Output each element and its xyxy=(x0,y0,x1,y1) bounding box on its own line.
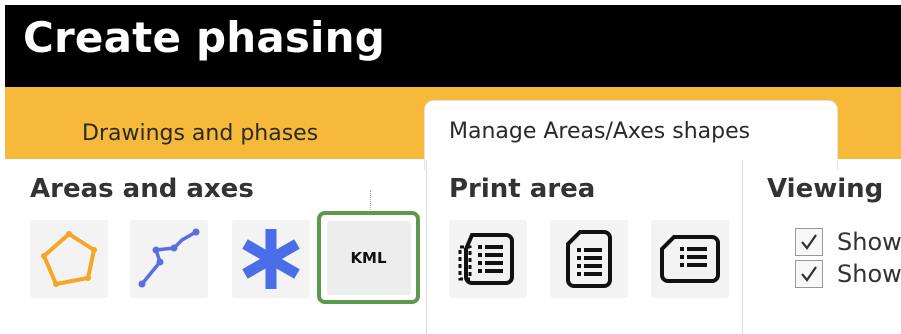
group-title-print-area: Print area xyxy=(449,174,596,204)
checkmark-icon xyxy=(801,266,817,282)
print-area-portrait-button[interactable] xyxy=(550,220,628,298)
print-area-wide-button[interactable] xyxy=(651,220,729,298)
checkmark-icon xyxy=(801,234,817,250)
group-title-areas-and-axes: Areas and axes xyxy=(30,174,254,204)
draw-polygon-button[interactable] xyxy=(30,220,108,298)
print-area-landscape-icon xyxy=(458,229,518,289)
show-checkbox-1[interactable] xyxy=(795,228,823,256)
show-checkbox-2-label: Show xyxy=(837,260,901,288)
kml-icon: KML xyxy=(326,220,411,295)
polygon-icon xyxy=(36,228,102,290)
viewing-option-1: Show xyxy=(795,228,901,256)
window-titlebar: Create phasing xyxy=(5,5,901,87)
print-area-wide-icon xyxy=(658,231,722,287)
import-kml-button[interactable]: KML xyxy=(317,211,420,304)
tab-label: Manage Areas/Axes shapes xyxy=(449,119,751,144)
group-separator xyxy=(426,160,427,334)
kml-label: KML xyxy=(350,248,387,267)
group-separator xyxy=(742,160,743,334)
asterisk-icon xyxy=(236,224,306,294)
print-area-portrait-icon xyxy=(564,228,614,290)
viewing-option-2: Show xyxy=(795,260,901,288)
tab-manage-areas-axes-shapes[interactable]: Manage Areas/Axes shapes xyxy=(424,100,838,170)
polyline-icon xyxy=(134,226,204,292)
tab-drawings-and-phases[interactable]: Drawings and phases xyxy=(82,121,318,146)
print-area-landscape-button[interactable] xyxy=(449,220,527,298)
group-title-viewing: Viewing xyxy=(767,174,884,204)
draw-polyline-button[interactable] xyxy=(130,220,208,298)
draw-axes-button[interactable] xyxy=(232,220,310,298)
show-checkbox-1-label: Show xyxy=(837,228,901,256)
window-title: Create phasing xyxy=(23,13,386,62)
show-checkbox-2[interactable] xyxy=(795,260,823,288)
